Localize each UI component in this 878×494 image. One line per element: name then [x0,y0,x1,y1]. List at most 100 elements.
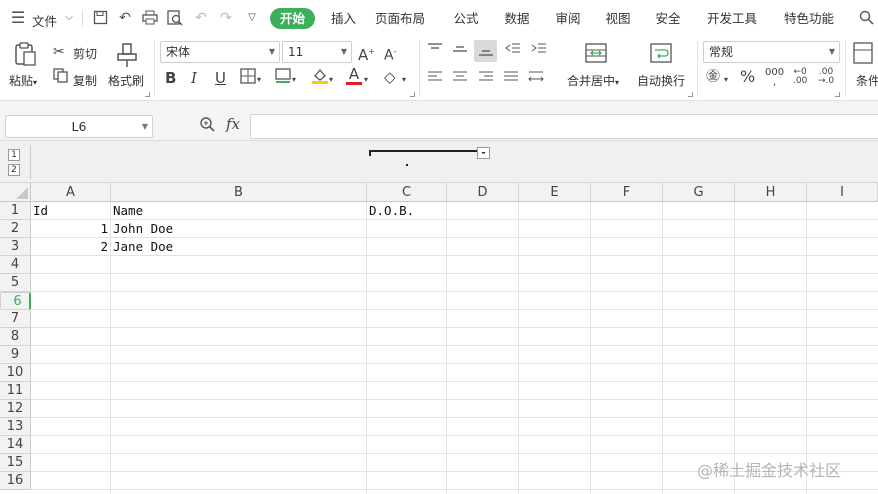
chevron-down-icon[interactable]: ▼ [142,116,148,137]
number-dialog-launcher[interactable] [835,92,840,97]
font-name-select[interactable]: 宋体 ▼ [160,41,280,63]
row-header-16[interactable]: 16 [0,472,31,490]
column-header-A[interactable]: A [31,183,111,202]
print-preview-icon[interactable] [167,10,183,26]
cut-button[interactable]: 剪切 [73,45,97,62]
thousands-separator-icon[interactable]: 000, [765,68,784,88]
row-header-10[interactable]: 10 [0,364,31,382]
undo-history-icon[interactable]: ↶ [117,10,133,26]
search-icon[interactable] [858,10,874,26]
hamburger-menu-icon[interactable]: ☰ [10,10,26,26]
row-header-5[interactable]: 5 [0,274,31,292]
currency-icon[interactable]: ㊎ [706,68,720,86]
tab-7[interactable]: 安全 [649,8,687,29]
row-header-7[interactable]: 7 [0,310,31,328]
increase-indent-icon[interactable] [531,42,547,61]
paste-icon[interactable] [12,41,38,67]
align-center-icon[interactable] [452,70,468,89]
tab-5[interactable]: 审阅 [549,8,587,29]
tab-9[interactable]: 特色功能 [778,8,840,29]
underline-icon[interactable]: U [215,69,226,87]
conditional-format-icon[interactable] [851,41,873,70]
column-header-B[interactable]: B [111,183,367,202]
chevron-down-icon[interactable]: ▾ [292,71,296,89]
conditional-format-button[interactable]: 条件 [856,72,878,89]
row-header-8[interactable]: 8 [0,328,31,346]
save-icon[interactable] [92,10,108,26]
zoom-icon[interactable] [199,116,215,136]
paste-button[interactable]: 粘贴▾ [9,72,37,89]
tab-3[interactable]: 公式 [447,8,485,29]
fill-color-icon[interactable] [311,67,329,90]
eraser-icon[interactable]: ◇ [384,68,396,86]
cell-C1[interactable]: D.O.B. [369,202,444,220]
align-left-icon[interactable] [427,70,443,89]
tab-0[interactable]: 开始 [270,8,315,29]
align-middle-icon[interactable] [452,42,468,61]
clipboard-dialog-launcher[interactable] [145,92,150,97]
row-header-1[interactable]: 1 [0,202,31,220]
cell-B2[interactable]: John Doe [113,220,364,238]
column-header-D[interactable]: D [447,183,519,202]
redo-icon[interactable]: ↷ [218,10,234,26]
cell-A3[interactable]: 2 [33,238,108,256]
column-header-G[interactable]: G [663,183,735,202]
chevron-down-icon[interactable]: ▾ [724,71,728,89]
increase-font-size-icon[interactable]: A+ [358,43,375,64]
borders-icon[interactable] [240,68,256,89]
format-painter-button[interactable]: 格式刷 [108,72,144,89]
undo-icon[interactable]: ↶ [193,10,209,26]
chevron-down-icon[interactable]: ⌵ [61,10,77,26]
chevron-down-icon[interactable]: ▾ [364,71,368,89]
decrease-font-size-icon[interactable]: A- [384,43,396,65]
row-header-13[interactable]: 13 [0,418,31,436]
copy-icon[interactable] [53,68,68,88]
tab-6[interactable]: 视图 [599,8,637,29]
fill-format-icon[interactable] [275,68,291,89]
distributed-icon[interactable] [528,70,544,89]
column-header-I[interactable]: I [807,183,878,202]
row-header-4[interactable]: 4 [0,256,31,274]
wrap-text-icon[interactable] [649,41,673,67]
tab-1[interactable]: 插入 [325,8,362,29]
cell-B3[interactable]: Jane Doe [113,238,364,256]
bold-icon[interactable]: B [165,69,176,87]
merge-center-button[interactable]: 合并居中▾ [567,72,619,89]
cell-A1[interactable]: Id [33,202,108,220]
align-right-icon[interactable] [478,70,494,89]
font-size-select[interactable]: 11 ▼ [282,41,352,63]
italic-icon[interactable]: I [191,69,197,87]
decrease-indent-icon[interactable] [505,42,521,61]
row-header-3[interactable]: 3 [0,238,31,256]
column-header-H[interactable]: H [735,183,807,202]
cell-B1[interactable]: Name [113,202,364,220]
row-header-15[interactable]: 15 [0,454,31,472]
number-format-select[interactable]: 常规 ▼ [703,41,840,63]
outline-level-1-button[interactable]: 1 [8,149,20,161]
file-menu[interactable]: 文件 [32,11,57,30]
font-dialog-launcher[interactable] [410,92,415,97]
tab-8[interactable]: 开发工具 [700,8,764,29]
outline-collapse-button[interactable]: - [477,147,490,159]
row-header-12[interactable]: 12 [0,400,31,418]
font-color-icon[interactable]: A [346,67,362,85]
row-header-2[interactable]: 2 [0,220,31,238]
justify-icon[interactable] [503,70,519,89]
row-header-14[interactable]: 14 [0,436,31,454]
scissors-icon[interactable]: ✂ [53,43,65,61]
column-header-F[interactable]: F [591,183,663,202]
increase-decimal-icon[interactable]: ←0.00 [793,68,807,86]
quick-access-dropdown-icon[interactable]: ▽ [244,10,260,26]
row-header-9[interactable]: 9 [0,346,31,364]
row-header-6[interactable]: 6 [0,292,31,310]
align-bottom-icon[interactable] [474,40,497,62]
outline-level-2-button[interactable]: 2 [8,164,20,176]
name-box[interactable]: L6 ▼ [5,115,153,138]
align-top-icon[interactable] [427,42,443,61]
format-painter-icon[interactable] [114,42,140,68]
alignment-dialog-launcher[interactable] [688,92,693,97]
column-header-E[interactable]: E [519,183,591,202]
tab-2[interactable]: 页面布局 [360,8,440,29]
wrap-text-button[interactable]: 自动换行 [637,72,685,89]
merge-center-icon[interactable] [584,41,608,67]
